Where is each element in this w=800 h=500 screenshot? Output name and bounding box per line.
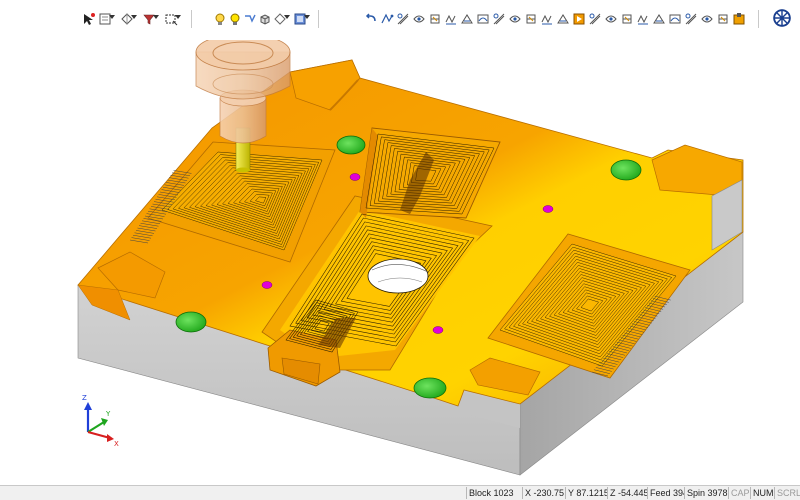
toolpath-10-icon[interactable] — [539, 11, 554, 26]
dowel-hole-green — [413, 377, 447, 399]
pin-hole-magenta — [349, 173, 361, 181]
axis-label-z: Z — [82, 394, 87, 402]
toolpath-14-icon[interactable] — [619, 11, 634, 26]
pin-hole-magenta — [261, 281, 273, 289]
toolbar-separator — [191, 10, 192, 28]
highlight-bulb-icon[interactable] — [227, 11, 242, 26]
status-z: Z -54.445 — [607, 487, 647, 499]
toolpath-17-icon[interactable] — [667, 11, 682, 26]
status-feed: Feed 394 — [647, 487, 684, 499]
dropdown-arrow-icon[interactable] — [175, 15, 181, 19]
dropdown-arrow-icon[interactable] — [304, 15, 310, 19]
dropdown-arrow-icon[interactable] — [109, 15, 115, 19]
show-hide-icon[interactable] — [242, 11, 257, 26]
status-block: Block 1023 — [466, 487, 522, 499]
toolpath-6-icon[interactable] — [475, 11, 490, 26]
dowel-hole-green — [175, 311, 207, 333]
dowel-hole-green — [336, 135, 366, 155]
toolpath-3-icon[interactable] — [427, 11, 442, 26]
toolpath-7-icon[interactable] — [491, 11, 506, 26]
app-logo-icon[interactable] — [771, 7, 793, 29]
center-bore — [367, 258, 429, 294]
toolpath-9-icon[interactable] — [523, 11, 538, 26]
status-bar: Block 1023 X -230.75 Y 87.1215 Z -54.445… — [0, 485, 800, 500]
light-bulb-icon[interactable] — [212, 11, 227, 26]
dowel-hole-green — [610, 159, 642, 181]
toolpath-1-icon[interactable] — [395, 11, 410, 26]
status-num: NUM — [750, 487, 774, 499]
toolpath-edit-icon[interactable] — [379, 11, 394, 26]
status-cap: CAP — [728, 487, 750, 499]
status-scrl: SCRL — [774, 487, 800, 499]
toolpath-15-icon[interactable] — [635, 11, 650, 26]
main-toolbar — [0, 0, 800, 40]
axis-label-x: X — [114, 440, 119, 448]
toolpath-11-icon[interactable] — [555, 11, 570, 26]
dropdown-arrow-icon[interactable] — [131, 15, 137, 19]
toolpath-18-icon[interactable] — [683, 11, 698, 26]
status-x: X -230.75 — [522, 487, 565, 499]
toolpath-16-icon[interactable] — [651, 11, 666, 26]
toolpath-4-icon[interactable] — [443, 11, 458, 26]
toolpath-5-icon[interactable] — [459, 11, 474, 26]
toolpath-2-icon[interactable] — [411, 11, 426, 26]
toolpath-12-icon[interactable] — [587, 11, 602, 26]
status-spin: Spin 3978 — [684, 487, 728, 499]
undo-icon[interactable] — [363, 11, 378, 26]
dropdown-arrow-icon[interactable] — [284, 15, 290, 19]
dropdown-arrow-icon[interactable] — [153, 15, 159, 19]
toolpath-20-icon[interactable] — [715, 11, 730, 26]
view-cube-icon[interactable] — [257, 11, 272, 26]
toolpath-19-icon[interactable] — [699, 11, 714, 26]
select-arrow-icon[interactable] — [80, 11, 95, 26]
toolbar-separator — [758, 10, 759, 28]
toolpath-8-icon[interactable] — [507, 11, 522, 26]
axis-triad: Z Y X — [82, 394, 119, 448]
toolpath-13-icon[interactable] — [603, 11, 618, 26]
status-y: Y 87.1215 — [565, 487, 607, 499]
pin-hole-magenta — [432, 326, 444, 334]
3d-viewport[interactable]: Z Y X — [0, 33, 800, 485]
pin-hole-magenta — [542, 205, 554, 213]
toolbar-separator — [318, 10, 319, 28]
machine-icon[interactable] — [731, 11, 746, 26]
axis-label-y: Y — [105, 410, 111, 418]
simulation-icon[interactable] — [571, 11, 586, 26]
